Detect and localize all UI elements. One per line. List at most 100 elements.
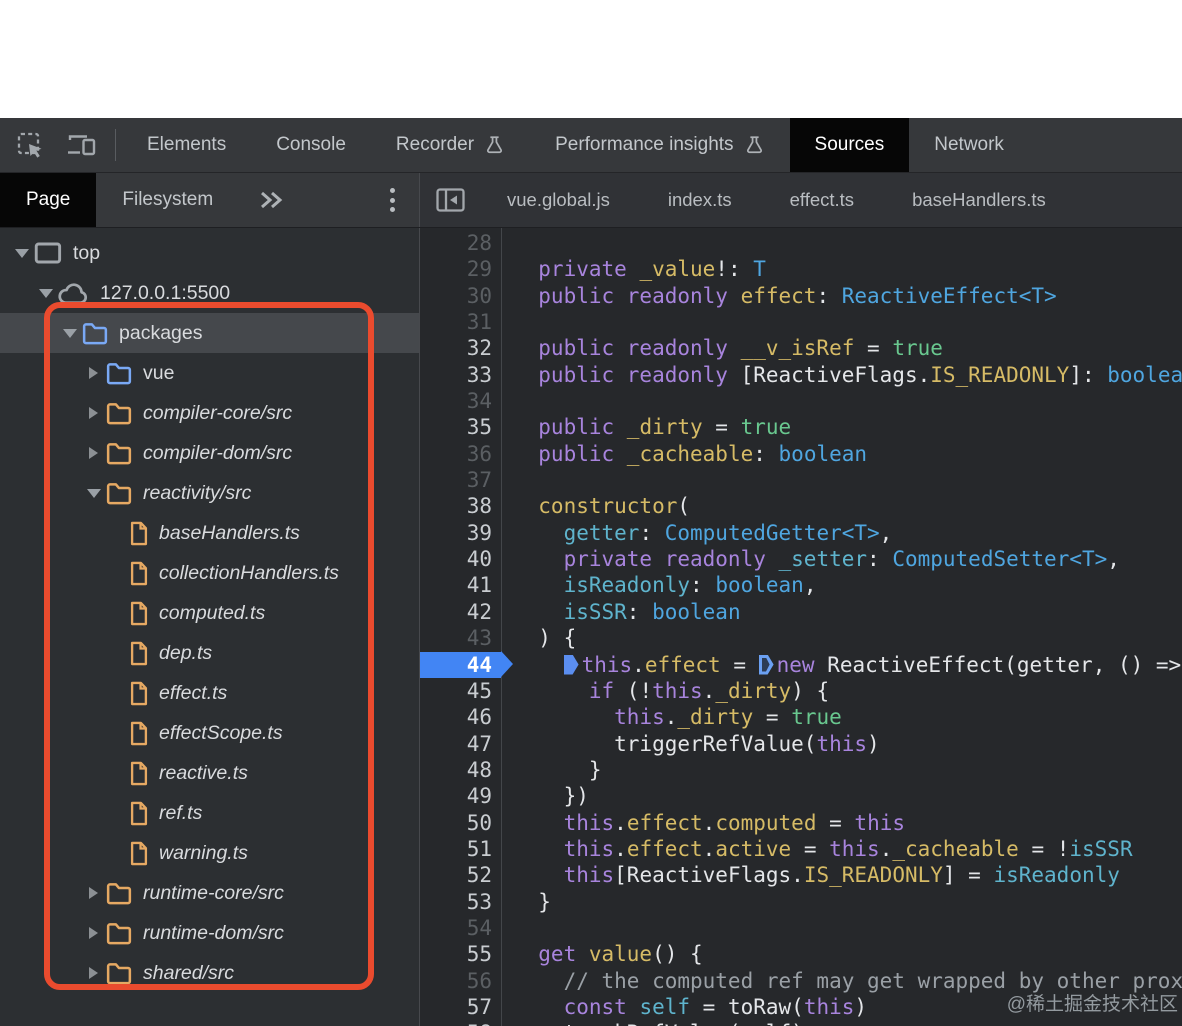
file-tab-basehandlers-ts[interactable]: baseHandlers.ts bbox=[883, 173, 1075, 227]
code-line-52: this[ReactiveFlags.IS_READONLY] = isRead… bbox=[563, 863, 1120, 888]
tab-sources[interactable]: Sources bbox=[789, 118, 910, 172]
tab-recorder[interactable]: Recorder bbox=[371, 118, 530, 172]
frame-icon bbox=[33, 241, 63, 265]
line-number[interactable]: 33 bbox=[420, 362, 501, 388]
line-number[interactable]: 30 bbox=[420, 283, 501, 309]
line-number[interactable]: 49 bbox=[420, 783, 501, 809]
execution-line-number[interactable]: 44 bbox=[420, 651, 513, 678]
tree-item-label: packages bbox=[119, 321, 203, 344]
line-number[interactable]: 56 bbox=[420, 968, 501, 994]
line-number[interactable]: 58 bbox=[420, 1020, 501, 1026]
inspect-icon[interactable] bbox=[16, 131, 45, 160]
tab-network[interactable]: Network bbox=[909, 118, 1029, 172]
file-icon bbox=[129, 721, 149, 746]
line-number[interactable]: 34 bbox=[420, 388, 501, 414]
tree-item-computed-ts[interactable]: computed.ts bbox=[0, 593, 419, 633]
file-tab-effect-ts[interactable]: effect.ts bbox=[761, 173, 883, 227]
code-line-50: this.effect.computed = this bbox=[563, 810, 905, 835]
line-number[interactable]: 48 bbox=[420, 757, 501, 783]
tree-item-label: top bbox=[73, 241, 101, 264]
tree-right-arrow-icon[interactable] bbox=[82, 927, 105, 939]
page-background bbox=[0, 0, 1182, 118]
file-tab-index-ts[interactable]: index.ts bbox=[639, 173, 761, 227]
line-number[interactable]: 47 bbox=[420, 731, 501, 757]
navigator-tab-filesystem[interactable]: Filesystem bbox=[96, 173, 239, 227]
line-number[interactable]: 31 bbox=[420, 309, 501, 335]
tree-item-ref-ts[interactable]: ref.ts bbox=[0, 793, 419, 833]
tree-down-arrow-icon[interactable] bbox=[82, 489, 105, 498]
folder-icon bbox=[105, 441, 133, 465]
device-toolbar-icon[interactable] bbox=[67, 132, 97, 159]
line-number[interactable]: 41 bbox=[420, 572, 501, 598]
tree-down-arrow-icon[interactable] bbox=[10, 249, 33, 258]
code-line-53: } bbox=[513, 889, 551, 914]
file-icon bbox=[129, 521, 149, 546]
line-number[interactable]: 50 bbox=[420, 810, 501, 836]
line-number[interactable]: 28 bbox=[420, 230, 501, 256]
tree-item-collectionhandlers-ts[interactable]: collectionHandlers.ts bbox=[0, 553, 419, 593]
tree-right-arrow-icon[interactable] bbox=[82, 967, 105, 979]
tree-item-warning-ts[interactable]: warning.ts bbox=[0, 833, 419, 873]
tree-item-runtime-core-src[interactable]: runtime-core/src bbox=[0, 873, 419, 913]
tree-item-compiler-dom-src[interactable]: compiler-dom/src bbox=[0, 433, 419, 473]
tree-item-shared-src[interactable]: shared/src bbox=[0, 953, 419, 993]
more-tabs-chevron-icon[interactable] bbox=[255, 188, 285, 212]
tree-item-effect-ts[interactable]: effect.ts bbox=[0, 673, 419, 713]
tree-item-packages[interactable]: packages bbox=[0, 313, 419, 353]
tree-item-label: warning.ts bbox=[159, 841, 248, 864]
file-navigator-tree: top 127.0.0.1:5500 packages vue compiler-cor… bbox=[0, 228, 420, 1026]
line-number[interactable]: 46 bbox=[420, 704, 501, 730]
line-number[interactable]: 40 bbox=[420, 546, 501, 572]
file-icon bbox=[129, 761, 149, 786]
tab-console[interactable]: Console bbox=[251, 118, 371, 172]
tab-performance-insights[interactable]: Performance insights bbox=[530, 118, 789, 172]
tree-item-top[interactable]: top bbox=[0, 233, 419, 273]
line-number[interactable]: 42 bbox=[420, 599, 501, 625]
file-tab-vue-global-js[interactable]: vue.global.js bbox=[478, 173, 639, 227]
tree-item-effectscope-ts[interactable]: effectScope.ts bbox=[0, 713, 419, 753]
line-number[interactable]: 37 bbox=[420, 467, 501, 493]
code-line-29: private _value!: T bbox=[513, 257, 766, 282]
tree-down-arrow-icon[interactable] bbox=[58, 329, 81, 338]
navigator-tabs: Page Filesystem bbox=[0, 173, 239, 227]
line-number[interactable]: 35 bbox=[420, 414, 501, 440]
line-number[interactable]: 45 bbox=[420, 678, 501, 704]
hide-navigator-icon[interactable] bbox=[420, 173, 478, 227]
continue-to-position-marker-icon[interactable] bbox=[758, 654, 774, 675]
tree-item-reactivity-src[interactable]: reactivity/src bbox=[0, 473, 419, 513]
tree-item-vue[interactable]: vue bbox=[0, 353, 419, 393]
line-number[interactable]: 29 bbox=[420, 256, 501, 282]
tab-elements[interactable]: Elements bbox=[122, 118, 251, 172]
line-number[interactable]: 36 bbox=[420, 441, 501, 467]
line-number[interactable]: 43 bbox=[420, 625, 501, 651]
line-number[interactable]: 38 bbox=[420, 493, 501, 519]
tree-item-reactive-ts[interactable]: reactive.ts bbox=[0, 753, 419, 793]
tree-right-arrow-icon[interactable] bbox=[82, 367, 105, 379]
kebab-menu-icon[interactable] bbox=[390, 188, 395, 212]
tree-right-arrow-icon[interactable] bbox=[82, 887, 105, 899]
tree-item-127-0-0-1-5500[interactable]: 127.0.0.1:5500 bbox=[0, 273, 419, 313]
tree-item-label: compiler-dom/src bbox=[143, 441, 293, 464]
code-editor: 28 29 30 31 32 33 34 35 36 37 38 39 40 41 42 43 44 45 46 47… bbox=[420, 228, 1182, 1026]
line-number[interactable]: 55 bbox=[420, 941, 501, 967]
line-number[interactable]: 39 bbox=[420, 520, 501, 546]
navigator-tab-page[interactable]: Page bbox=[0, 173, 97, 227]
line-number[interactable]: 52 bbox=[420, 862, 501, 888]
code-line-41: isReadonly: boolean, bbox=[513, 573, 817, 598]
line-number[interactable]: 51 bbox=[420, 836, 501, 862]
line-number[interactable]: 54 bbox=[420, 915, 501, 941]
tree-right-arrow-icon[interactable] bbox=[82, 407, 105, 419]
tree-item-runtime-dom-src[interactable]: runtime-dom/src bbox=[0, 913, 419, 953]
tree-item-label: collectionHandlers.ts bbox=[159, 561, 339, 584]
line-number[interactable]: 53 bbox=[420, 889, 501, 915]
line-number[interactable]: 32 bbox=[420, 335, 501, 361]
tree-down-arrow-icon[interactable] bbox=[34, 289, 57, 298]
tree-item-dep-ts[interactable]: dep.ts bbox=[0, 633, 419, 673]
tree-item-basehandlers-ts[interactable]: baseHandlers.ts bbox=[0, 513, 419, 553]
execution-position-marker-icon[interactable] bbox=[563, 654, 579, 675]
tree-item-compiler-core-src[interactable]: compiler-core/src bbox=[0, 393, 419, 433]
tree-right-arrow-icon[interactable] bbox=[82, 447, 105, 459]
line-number[interactable]: 57 bbox=[420, 994, 501, 1020]
